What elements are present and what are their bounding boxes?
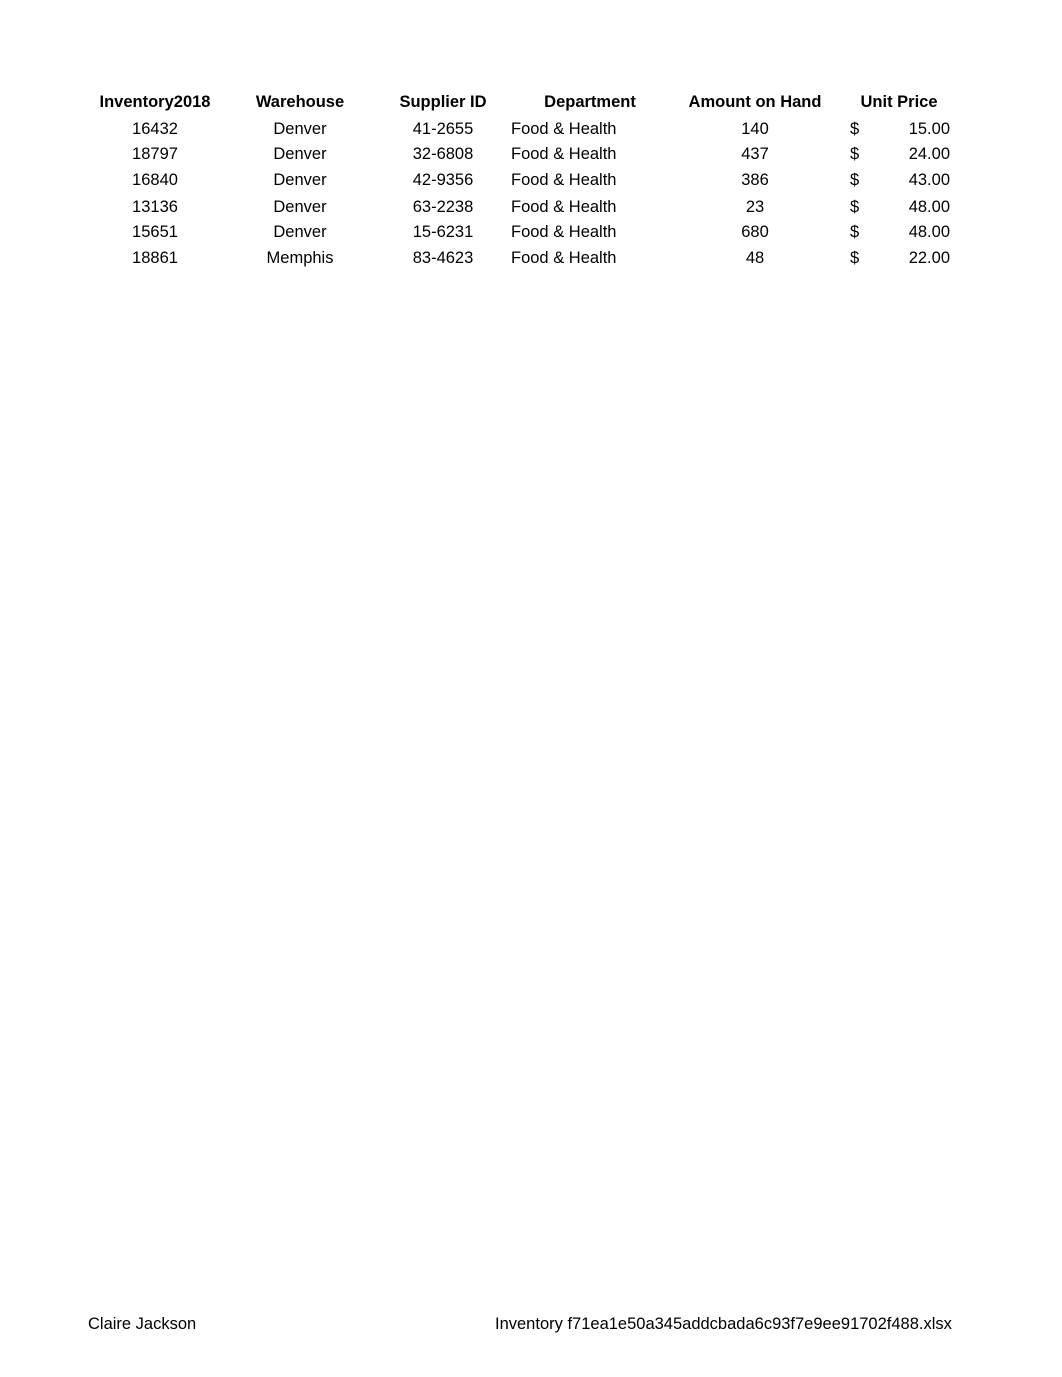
cell-inventory: 15651 bbox=[132, 223, 178, 241]
cell-currency-symbol: $ bbox=[850, 223, 860, 241]
cell-amount-on-hand: 140 bbox=[741, 120, 769, 138]
cell-currency-symbol: $ bbox=[850, 249, 860, 267]
cell-warehouse: Denver bbox=[273, 223, 327, 241]
header-warehouse: Warehouse bbox=[255, 93, 345, 111]
table-row: 15651 Denver 15-6231 Food & Health 680 $… bbox=[0, 220, 1062, 244]
header-amount-on-hand: Amount on Hand bbox=[688, 93, 822, 111]
header-unit-price: Unit Price bbox=[860, 93, 938, 111]
cell-amount-on-hand: 48 bbox=[745, 249, 765, 267]
cell-warehouse: Denver bbox=[273, 171, 327, 189]
footer-filename: Inventory f71ea1e50a345addcbada6c93f7e9e… bbox=[495, 1315, 952, 1333]
header-supplier-id: Supplier ID bbox=[399, 93, 487, 111]
table-row: 18797 Denver 32-6808 Food & Health 437 $… bbox=[0, 142, 1062, 166]
cell-currency-symbol: $ bbox=[850, 198, 860, 216]
cell-unit-price: 48.00 bbox=[908, 198, 950, 216]
header-inventory: Inventory2018 bbox=[99, 93, 211, 111]
cell-department: Food & Health bbox=[511, 120, 617, 138]
cell-amount-on-hand: 680 bbox=[741, 223, 769, 241]
cell-inventory: 16432 bbox=[132, 120, 178, 138]
table-row: 13136 Denver 63-2238 Food & Health 23 $ … bbox=[0, 195, 1062, 219]
table-row: 18861 Memphis 83-4623 Food & Health 48 $… bbox=[0, 246, 1062, 270]
cell-warehouse: Memphis bbox=[266, 249, 334, 267]
table-row: 16432 Denver 41-2655 Food & Health 140 $… bbox=[0, 117, 1062, 141]
cell-warehouse: Denver bbox=[273, 145, 327, 163]
footer-author: Claire Jackson bbox=[88, 1315, 197, 1333]
cell-supplier-id: 15-6231 bbox=[412, 223, 474, 241]
cell-unit-price: 15.00 bbox=[908, 120, 950, 138]
cell-inventory: 18797 bbox=[132, 145, 178, 163]
cell-supplier-id: 83-4623 bbox=[412, 249, 474, 267]
cell-department: Food & Health bbox=[511, 223, 617, 241]
cell-currency-symbol: $ bbox=[850, 145, 860, 163]
cell-inventory: 13136 bbox=[132, 198, 178, 216]
cell-inventory: 18861 bbox=[132, 249, 178, 267]
header-department: Department bbox=[544, 93, 636, 111]
cell-supplier-id: 42-9356 bbox=[412, 171, 474, 189]
cell-department: Food & Health bbox=[511, 171, 617, 189]
cell-unit-price: 22.00 bbox=[908, 249, 950, 267]
cell-unit-price: 48.00 bbox=[908, 223, 950, 241]
cell-supplier-id: 32-6808 bbox=[412, 145, 474, 163]
cell-department: Food & Health bbox=[511, 145, 617, 163]
cell-department: Food & Health bbox=[511, 198, 617, 216]
cell-amount-on-hand: 437 bbox=[741, 145, 769, 163]
cell-currency-symbol: $ bbox=[850, 120, 860, 138]
table-row: 16840 Denver 42-9356 Food & Health 386 $… bbox=[0, 168, 1062, 192]
cell-department: Food & Health bbox=[511, 249, 617, 267]
cell-currency-symbol: $ bbox=[850, 171, 860, 189]
cell-supplier-id: 63-2238 bbox=[412, 198, 474, 216]
cell-amount-on-hand: 386 bbox=[741, 171, 769, 189]
printed-sheet: Inventory2018 Warehouse Supplier ID Depa… bbox=[0, 0, 1062, 1377]
cell-inventory: 16840 bbox=[132, 171, 178, 189]
cell-unit-price: 24.00 bbox=[908, 145, 950, 163]
cell-supplier-id: 41-2655 bbox=[412, 120, 474, 138]
cell-warehouse: Denver bbox=[273, 198, 327, 216]
header-row: Inventory2018 Warehouse Supplier ID Depa… bbox=[0, 90, 1062, 114]
cell-amount-on-hand: 23 bbox=[745, 198, 765, 216]
cell-unit-price: 43.00 bbox=[908, 171, 950, 189]
cell-warehouse: Denver bbox=[273, 120, 327, 138]
